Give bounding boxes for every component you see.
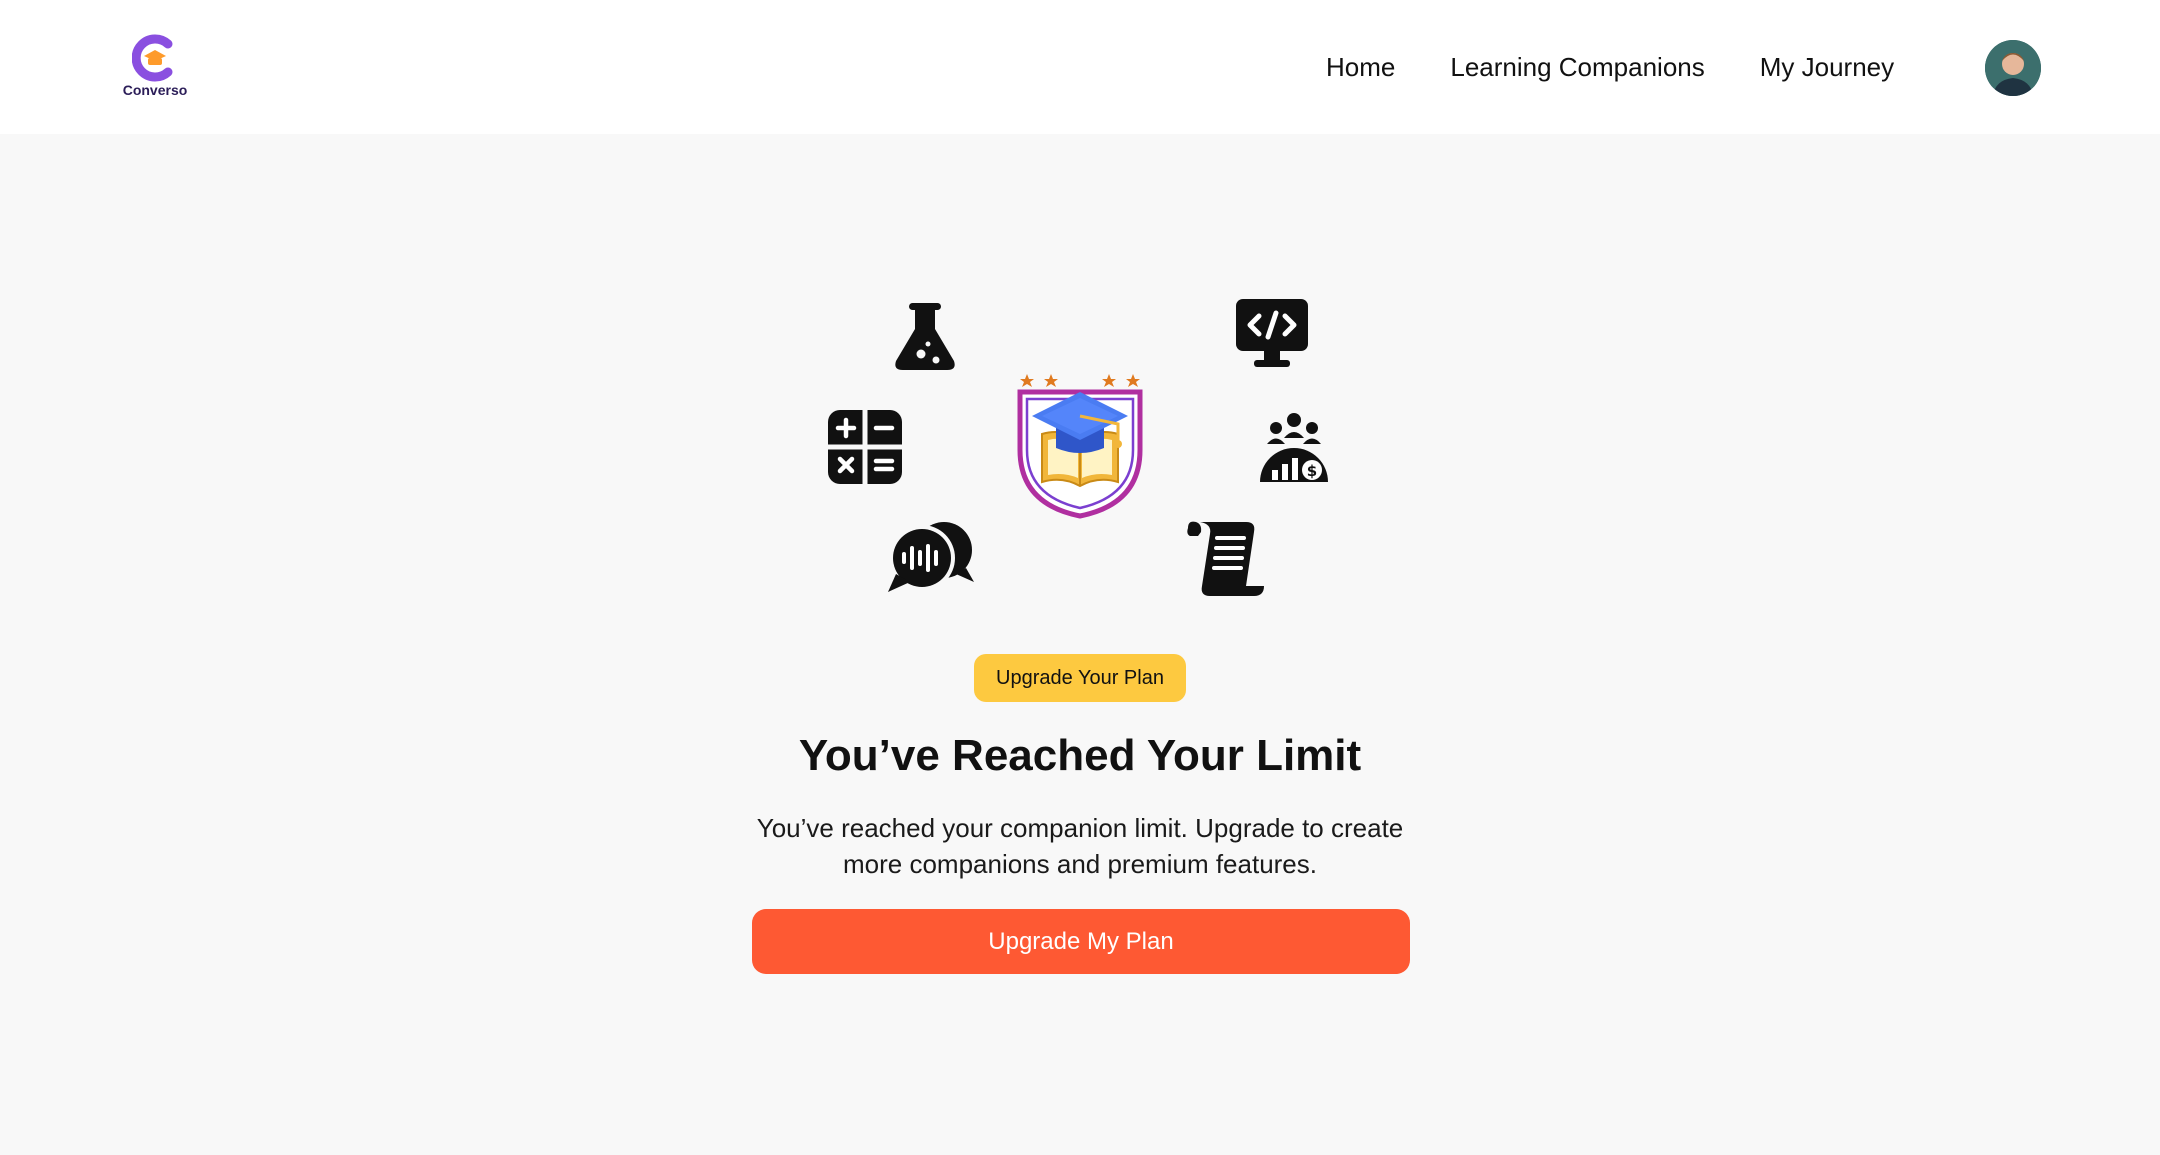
plan-badge-row: Upgrade Your Plan: [0, 654, 2160, 702]
nav-learning-companions-link[interactable]: Learning Companions: [1450, 50, 1704, 84]
chat-voice-icon: [888, 522, 974, 592]
graduation-shield-badge: [1017, 374, 1143, 519]
calculator-icon: [828, 410, 902, 484]
code-monitor-icon: [1236, 299, 1308, 367]
main-nav: Home Learning Companions My Journey: [1326, 50, 1949, 84]
brand-name: Converso: [122, 82, 188, 98]
user-avatar-icon: [1985, 40, 2041, 96]
upgrade-my-plan-button[interactable]: Upgrade My Plan: [752, 909, 1410, 974]
svg-text:$: $: [1307, 462, 1317, 480]
upgrade-plan-badge: Upgrade Your Plan: [974, 654, 1186, 702]
flask-icon: [895, 303, 955, 370]
converso-logo-icon: [132, 34, 173, 82]
limit-description: You’ve reached your companion limit. Upg…: [756, 813, 1404, 879]
top-navbar: Converso Home Learning Companions My Jou…: [0, 0, 2160, 134]
limit-title: You’ve Reached Your Limit: [798, 731, 1362, 780]
user-avatar[interactable]: [1985, 40, 2041, 96]
nav-home-link[interactable]: Home: [1326, 50, 1395, 84]
nav-my-journey-link[interactable]: My Journey: [1760, 50, 1894, 84]
upgrade-limit-page: $ Upgrade Your Plan You’ve Reached Your …: [0, 134, 2160, 1155]
scroll-document-icon: [1187, 521, 1264, 596]
converso-logo[interactable]: Converso: [118, 34, 192, 100]
audience-finance-icon: $: [1260, 413, 1328, 482]
